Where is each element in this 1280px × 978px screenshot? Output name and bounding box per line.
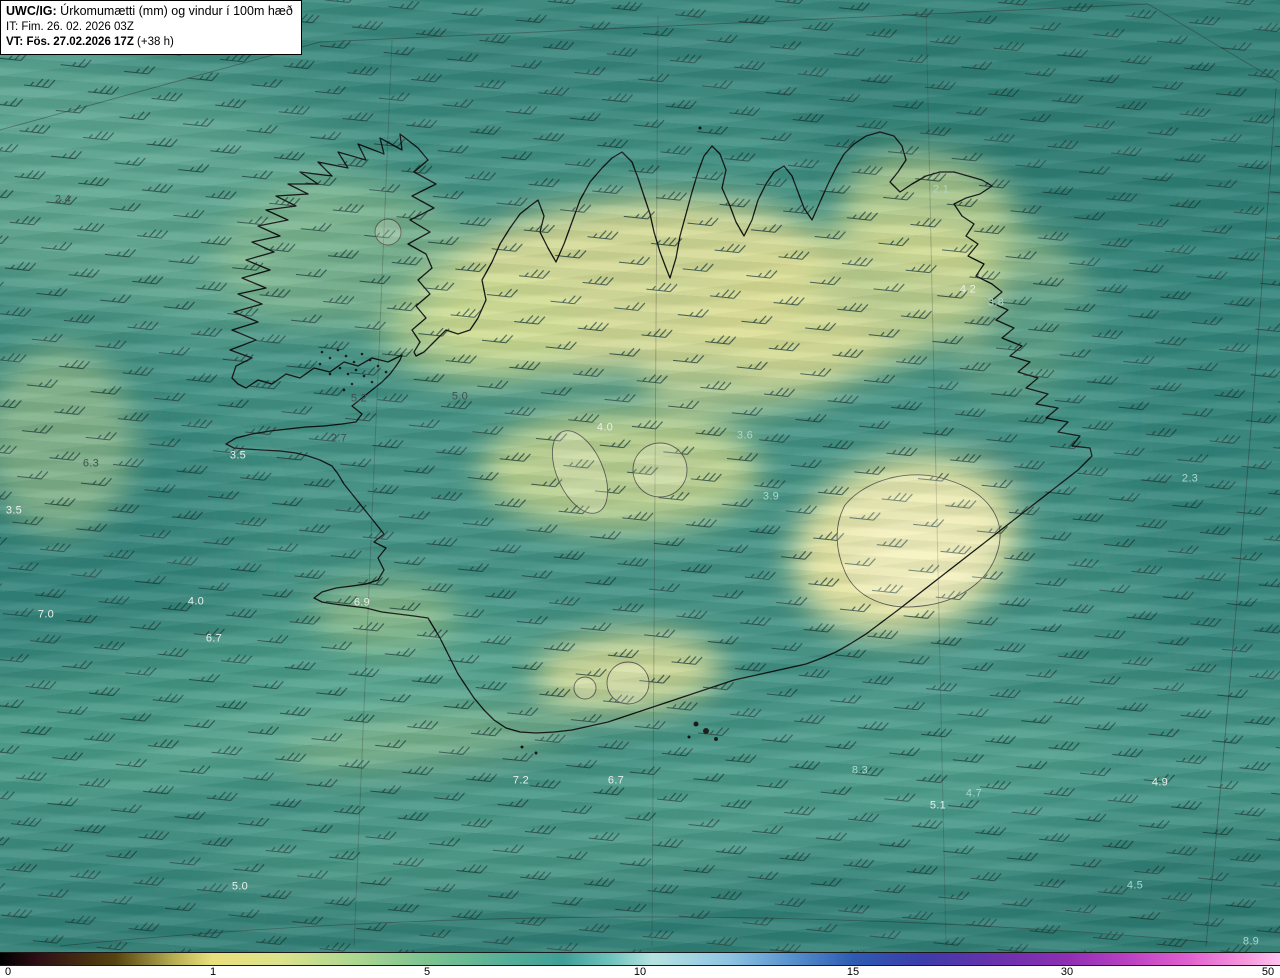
tick-text: 30 xyxy=(1060,966,1074,978)
valid-time: VT: Fös. 27.02.2026 17Z xyxy=(6,35,134,48)
map-title-box: UWC/IG: Úrkomumætti (mm) og vindur í 100… xyxy=(0,0,302,55)
tick-text: 1 xyxy=(209,966,217,978)
colorbar-tick-label: 10 xyxy=(634,966,646,978)
map-graphic xyxy=(0,0,1280,952)
title-line: UWC/IG: Úrkomumætti (mm) og vindur í 100… xyxy=(6,4,293,20)
init-time: IT: Fim. 26. 02. 2026 03Z xyxy=(6,20,134,33)
map-title: Úrkomumætti (mm) og vindur í 100m hæð xyxy=(56,4,293,18)
colorbar-tick-label: 15 xyxy=(847,966,859,978)
tick-text: 0 xyxy=(4,966,12,978)
colorbar-tick-label: 50 xyxy=(1262,966,1274,978)
precipitation-wind-map: 2.4 2.1 4.2 3.8 5.2 5.0 2.7 3.5 4.0 3.6 … xyxy=(0,0,1280,952)
colorbar-gradient xyxy=(0,952,1280,966)
tick-text: 15 xyxy=(846,966,860,978)
colorbar-ticks: 0 1 5 10 15 30 50 xyxy=(0,966,1280,978)
tick-text: 10 xyxy=(633,966,647,978)
tick-text: 50 xyxy=(1261,966,1275,978)
forecast-offset: (+38 h) xyxy=(133,35,174,48)
colorbar-tick-label: 1 xyxy=(210,966,216,978)
colorbar-tick-label: 0 xyxy=(5,966,11,978)
tick-text: 5 xyxy=(423,966,431,978)
colorbar-tick-label: 30 xyxy=(1061,966,1073,978)
model-id: UWC/IG: xyxy=(6,4,57,18)
colorbar: 0 1 5 10 15 30 50 xyxy=(0,952,1280,978)
valid-time-line: VT: Fös. 27.02.2026 17Z (+38 h) xyxy=(6,35,293,50)
colorbar-tick-label: 5 xyxy=(424,966,430,978)
weather-map-page: 2.4 2.1 4.2 3.8 5.2 5.0 2.7 3.5 4.0 3.6 … xyxy=(0,0,1280,978)
